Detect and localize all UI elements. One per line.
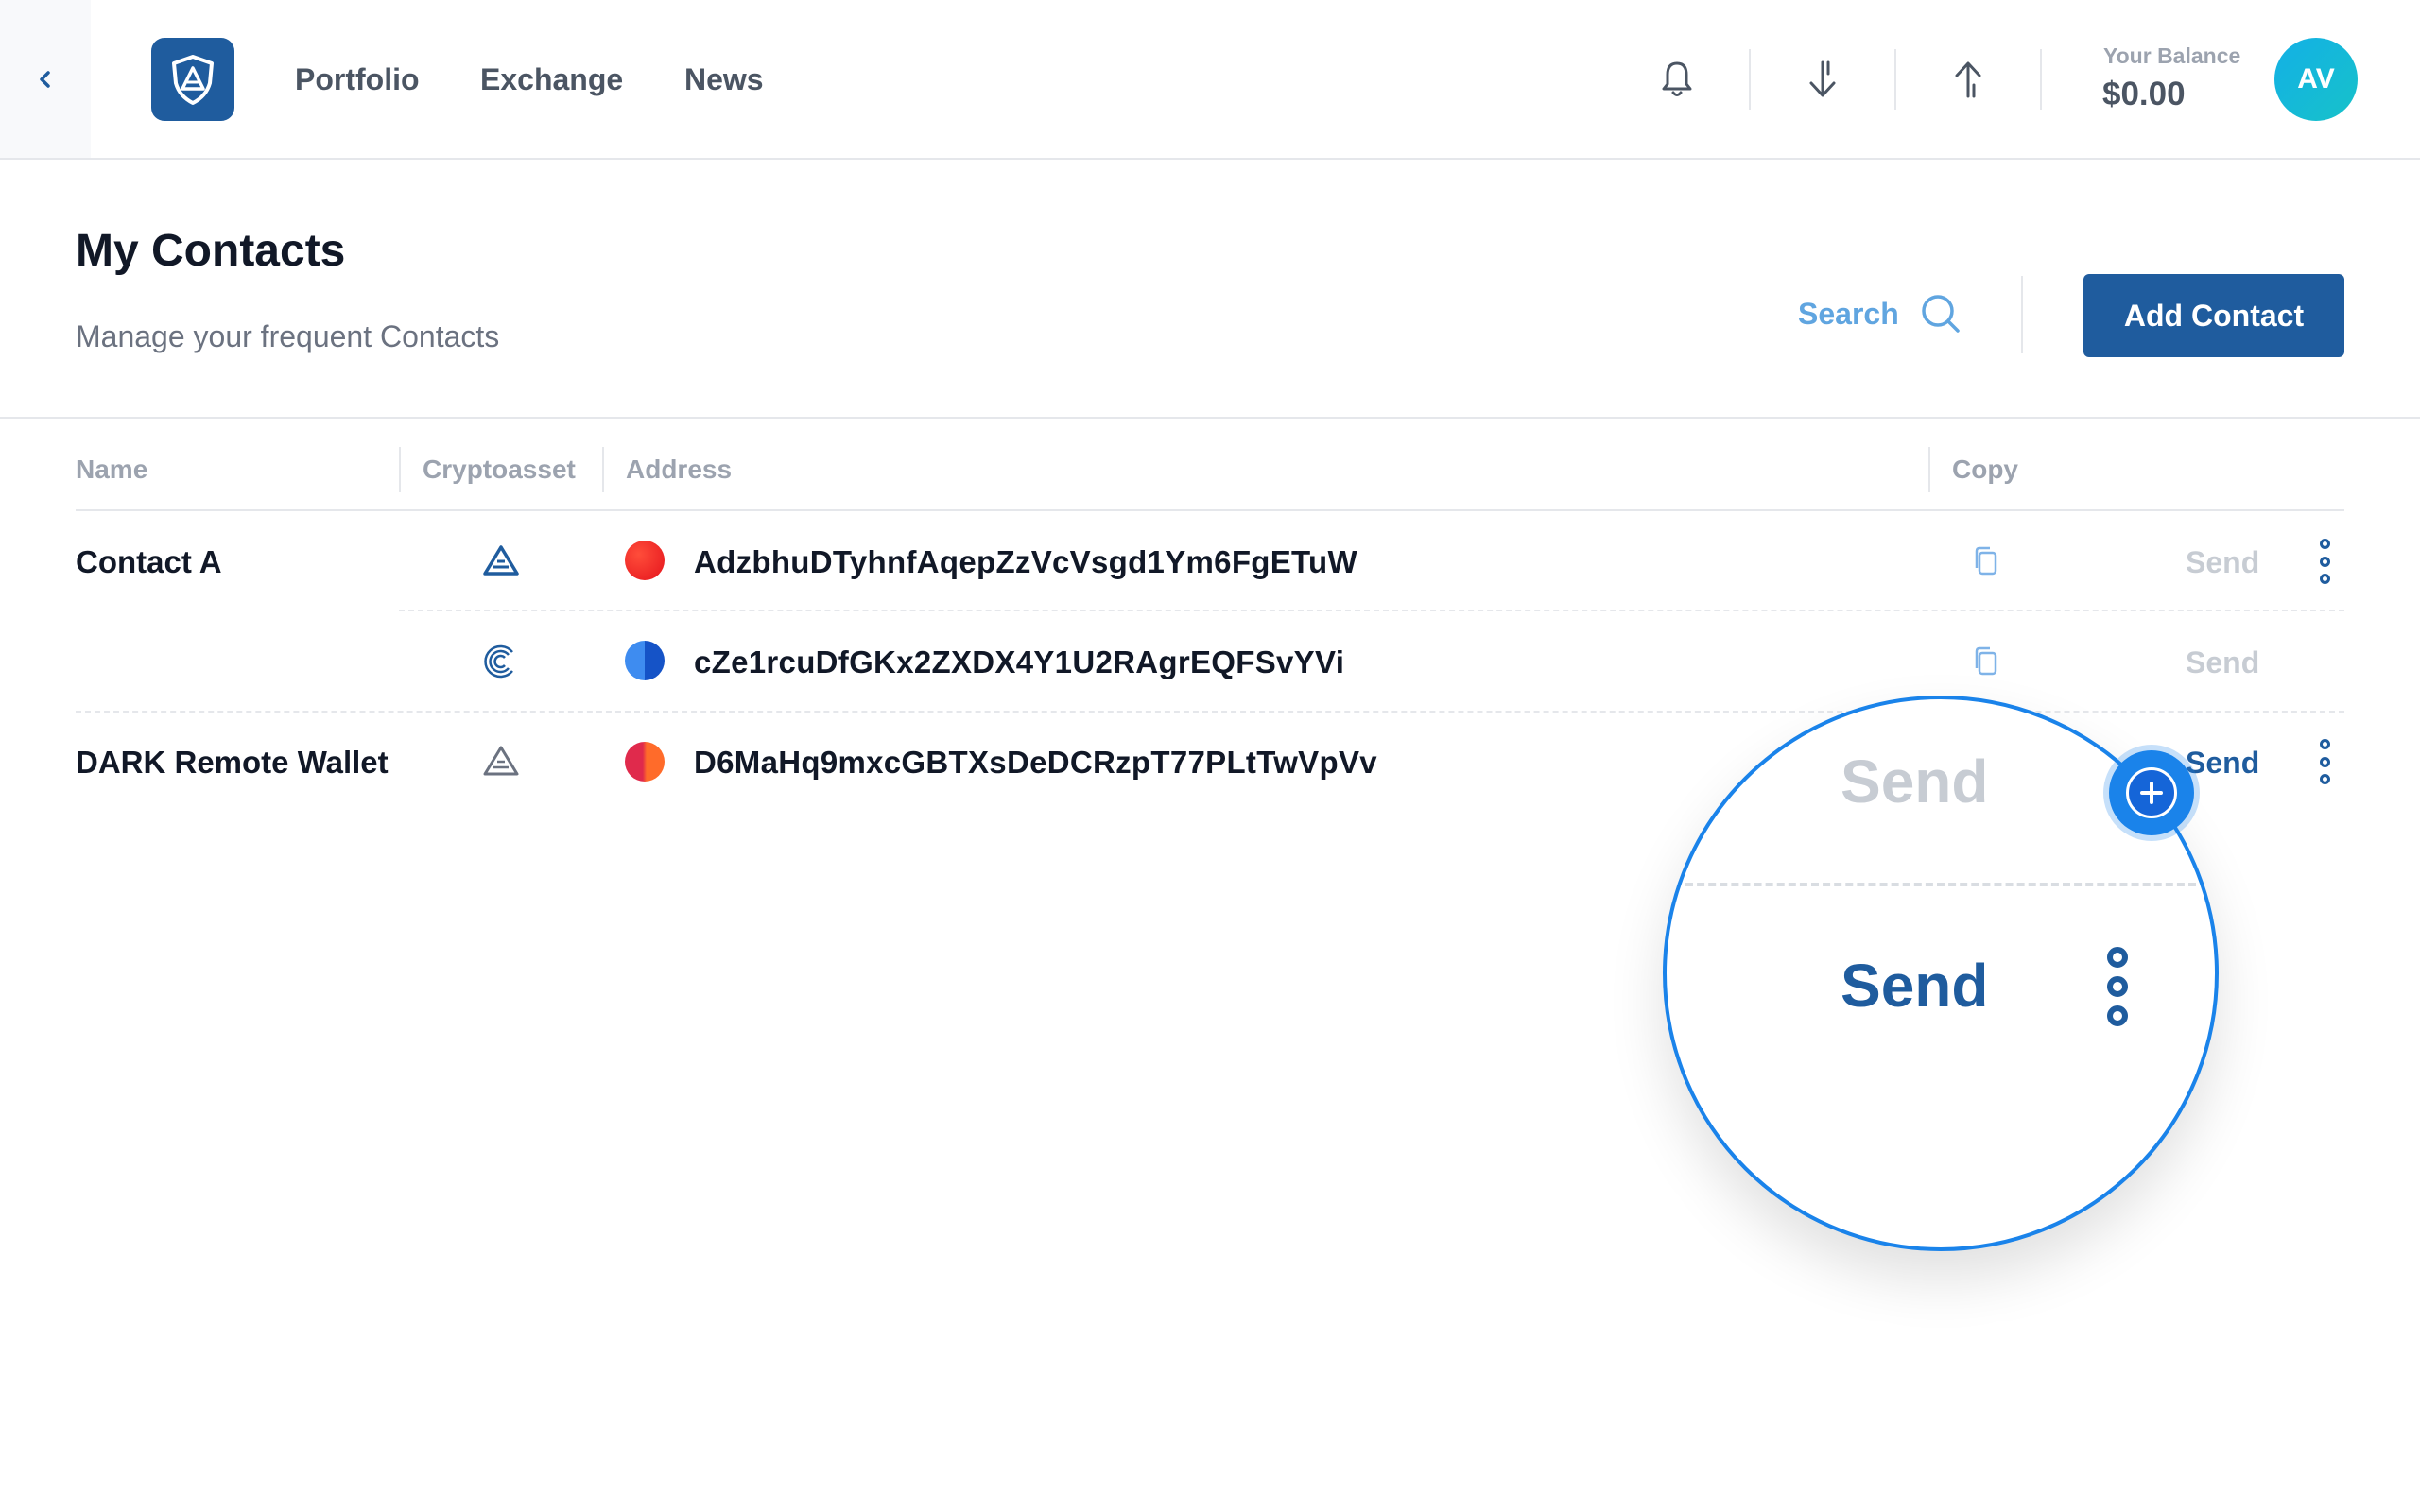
column-header-address: Address: [626, 455, 733, 484]
kebab-dot: [2319, 556, 2330, 567]
column-separator: [1928, 447, 1930, 492]
wallet-address: AdzbhuDTyhnfAqepZzVcVsgd1Ym6FgETuW: [694, 544, 1357, 579]
page-title: My Contacts: [76, 226, 346, 276]
copy-address-button[interactable]: [1967, 542, 2005, 580]
balance-value: $0.00: [2102, 76, 2186, 112]
row-menu-button[interactable]: [2313, 539, 2336, 584]
magnified-send-disabled: Send: [1841, 747, 1989, 816]
table-header-divider: [76, 509, 2344, 511]
header-separator: [2021, 276, 2023, 353]
nav-exchange[interactable]: Exchange: [480, 60, 623, 98]
magnified-row-divider: [1685, 883, 2196, 886]
copy-icon: [1975, 546, 1997, 576]
receive-arrow-icon: [1809, 60, 1836, 97]
column-header-copy: Copy: [1952, 455, 2018, 484]
app-logo[interactable]: [151, 38, 234, 121]
wallet-address: D6MaHq9mxcGBTXsDeDCRzpT77PLtTwVpVv: [694, 745, 1377, 780]
send-button[interactable]: [1942, 53, 1995, 106]
bell-icon: [1662, 61, 1692, 96]
nav-separator: [1894, 49, 1896, 110]
page-subtitle: Manage your frequent Contacts: [76, 319, 500, 353]
ark-icon: [480, 740, 522, 782]
magnified-send-active[interactable]: Send: [1841, 951, 1988, 1021]
copy-icon: [1975, 646, 1997, 676]
notifications-button[interactable]: [1651, 53, 1703, 106]
row-divider: [399, 610, 2344, 611]
chevron-left-icon: [40, 70, 50, 88]
coin-indicator: [625, 541, 665, 580]
header-divider: [0, 417, 2420, 419]
nav-separator: [1749, 49, 1751, 110]
search-icon: [1921, 295, 1960, 333]
column-header-name: Name: [76, 455, 148, 484]
magnified-row-menu[interactable]: [2103, 947, 2132, 1026]
search-label: Search: [1798, 296, 1899, 331]
copy-address-button[interactable]: [1967, 643, 2005, 680]
nav-separator: [2040, 49, 2042, 110]
kebab-dot: [2107, 1005, 2128, 1026]
send-link[interactable]: Send: [2186, 645, 2259, 680]
kebab-dot: [2319, 739, 2330, 749]
contact-name: DARK Remote Wallet: [76, 745, 389, 780]
shield-logo-icon: [172, 55, 214, 105]
back-button[interactable]: [0, 0, 91, 158]
nav-portfolio[interactable]: Portfolio: [295, 60, 420, 98]
contact-name: Contact A: [76, 544, 222, 579]
kebab-dot: [2107, 947, 2128, 968]
coin-indicator: [625, 641, 665, 680]
kebab-dot: [2319, 774, 2330, 784]
balance-label: Your Balance: [2103, 43, 2241, 68]
column-separator: [399, 447, 401, 492]
send-link[interactable]: Send: [2186, 746, 2259, 781]
search-button[interactable]: Search: [1798, 293, 1962, 335]
coin-indicator: [625, 742, 665, 782]
ark-icon: [480, 540, 522, 581]
avatar[interactable]: AV: [2274, 38, 2358, 121]
top-navbar: Portfolio Exchange News Your Balance $0.…: [0, 0, 2420, 160]
nav-news[interactable]: News: [684, 60, 764, 98]
column-separator: [602, 447, 604, 492]
add-contact-button[interactable]: Add Contact: [2083, 274, 2344, 357]
kebab-dot: [2319, 756, 2330, 767]
wallet-address: cZe1rcuDfGKx2ZXDX4Y1U2RAgrEQFSvYVi: [694, 644, 1345, 679]
column-header-cryptoasset: Cryptoasset: [423, 455, 576, 484]
receive-button[interactable]: [1796, 53, 1849, 106]
kebab-dot: [2319, 539, 2330, 549]
zoom-plus-button[interactable]: [2109, 750, 2194, 835]
c-coin-icon: [480, 641, 522, 682]
row-menu-button[interactable]: [2313, 739, 2336, 784]
kebab-dot: [2107, 976, 2128, 997]
plus-icon: [2126, 767, 2177, 818]
kebab-dot: [2319, 574, 2330, 584]
send-link[interactable]: Send: [2186, 545, 2259, 580]
send-arrow-icon: [1955, 61, 1981, 98]
